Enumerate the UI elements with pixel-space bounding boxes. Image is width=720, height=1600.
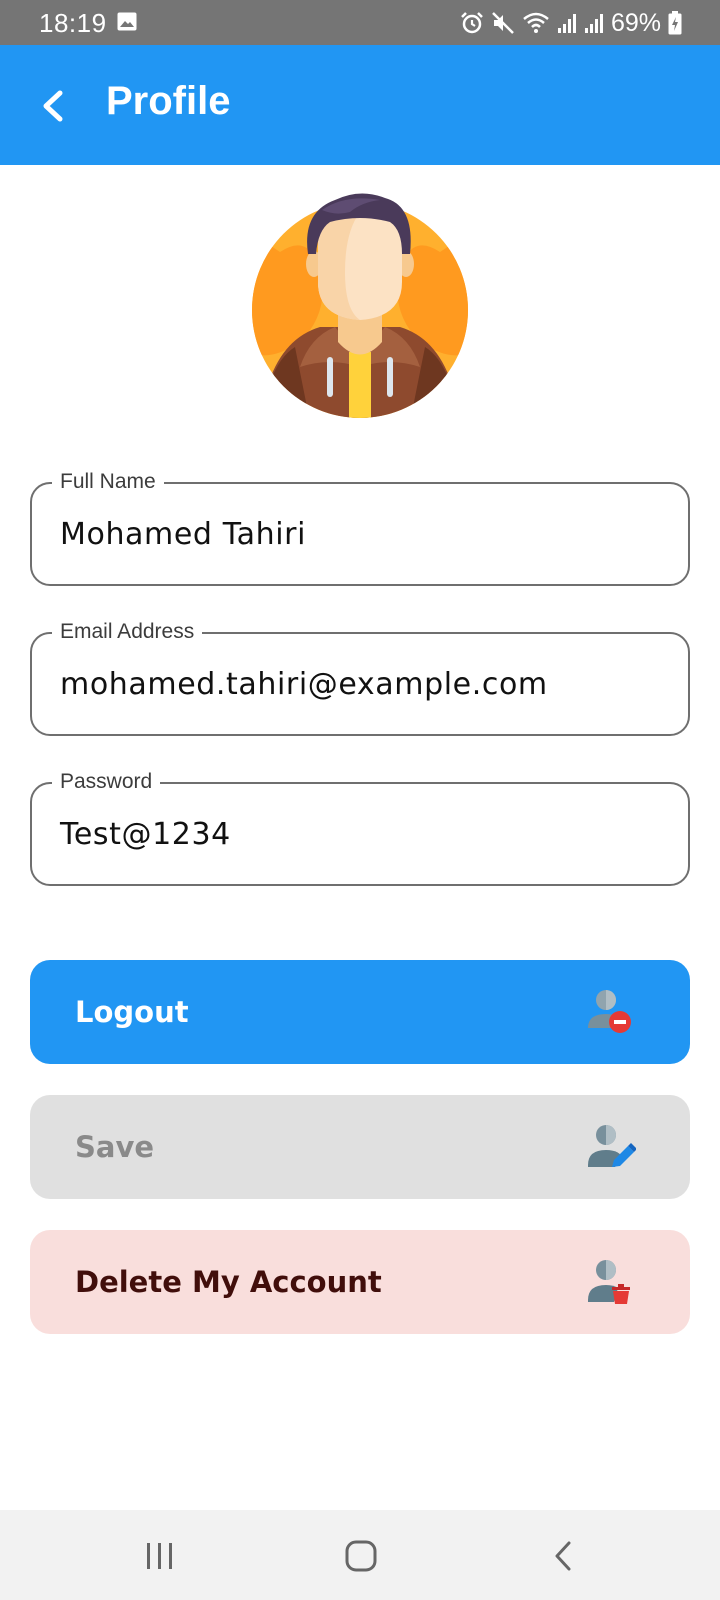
page-title: Profile [106, 79, 231, 123]
full-name-label: Full Name [52, 470, 164, 494]
delete-account-label: Delete My Account [75, 1265, 382, 1299]
app-bar: Profile [0, 45, 720, 165]
nav-home-button[interactable] [331, 1534, 391, 1578]
nav-recents-button[interactable] [130, 1534, 190, 1578]
logout-button[interactable]: Logout [30, 960, 690, 1064]
full-name-value[interactable]: Mohamed Tahiri [60, 517, 306, 552]
signal-icon [557, 14, 576, 33]
nav-back-button[interactable] [533, 1534, 593, 1578]
save-label: Save [75, 1130, 155, 1164]
wifi-icon [523, 12, 549, 33]
image-icon [117, 12, 137, 31]
user-remove-icon [588, 990, 631, 1033]
password-value[interactable]: Test@1234 [60, 817, 231, 852]
email-label: Email Address [52, 620, 203, 644]
back-button[interactable] [30, 83, 76, 129]
save-button[interactable]: Save [30, 1095, 690, 1199]
alarm-icon [461, 12, 483, 34]
delete-account-button[interactable]: Delete My Account [30, 1230, 690, 1334]
user-delete-icon [588, 1260, 630, 1304]
email-value[interactable]: mohamed.tahiri@example.com [60, 667, 548, 702]
status-bar: 18:19 69% [0, 0, 720, 45]
status-time: 18:19 [39, 8, 107, 38]
password-field[interactable]: Password Test@1234 [30, 770, 690, 886]
user-edit-icon [588, 1125, 636, 1167]
signal-icon-2 [584, 14, 603, 33]
full-name-field[interactable]: Full Name Mohamed Tahiri [30, 470, 690, 586]
system-nav-bar [0, 1510, 720, 1600]
password-label: Password [52, 770, 161, 794]
user-avatar[interactable] [250, 192, 470, 422]
battery-percent: 69% [610, 8, 661, 37]
status-icons: 69% [460, 8, 682, 38]
chevron-left-icon [43, 90, 63, 122]
home-icon [345, 1540, 377, 1572]
logout-label: Logout [75, 995, 189, 1029]
battery-charging-icon [668, 11, 682, 35]
back-icon [555, 1541, 571, 1571]
email-field[interactable]: Email Address mohamed.tahiri@example.com [30, 620, 690, 736]
recents-icon [147, 1543, 172, 1569]
mute-icon [492, 12, 514, 34]
